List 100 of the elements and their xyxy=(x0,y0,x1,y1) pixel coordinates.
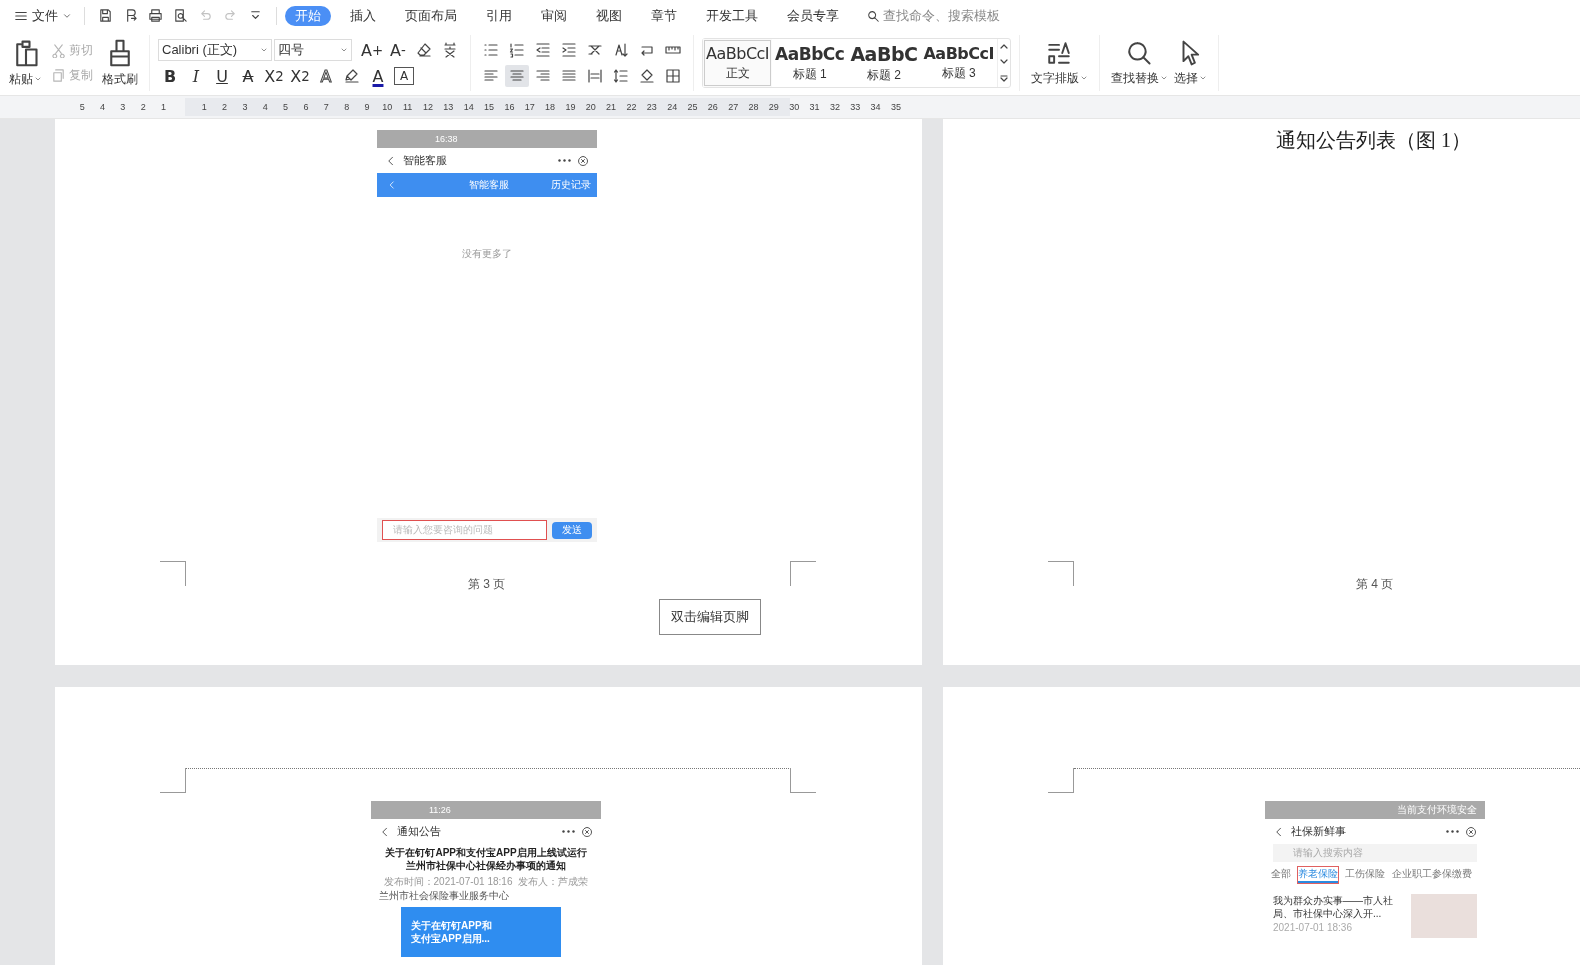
ruler-number: 5 xyxy=(78,102,86,112)
format-button[interactable]: A xyxy=(236,65,260,87)
article-title: 关于在钉钉APP和支付宝APP启用上线试运行兰州市社保中心社保经办事项的通知 xyxy=(385,846,587,872)
ruler-number: 3 xyxy=(241,102,249,112)
align-right-icon xyxy=(535,68,551,84)
ruler-number: 33 xyxy=(849,102,862,112)
align-center-icon xyxy=(509,68,525,84)
category-tab[interactable]: 全部 xyxy=(1271,867,1291,883)
ribbon-tab[interactable]: 审阅 xyxy=(531,5,577,26)
font-size-field[interactable]: 四号 xyxy=(274,39,352,61)
ruler-number: 1 xyxy=(200,102,208,112)
borders-icon xyxy=(665,68,681,84)
ribbon-tab[interactable]: 插入 xyxy=(340,5,386,26)
style-preset[interactable]: AaBbCcI 标题 3 xyxy=(920,39,997,87)
ruler-number: 26 xyxy=(706,102,719,112)
style-preset[interactable]: AaBbCc 标题 1 xyxy=(772,39,848,87)
file-menu[interactable]: 文件 xyxy=(10,3,76,28)
distribute-icon xyxy=(587,68,603,84)
format-button[interactable]: A xyxy=(366,65,390,87)
format-button[interactable]: I xyxy=(184,65,208,87)
format-button[interactable]: A xyxy=(392,65,416,87)
ruler-number: 32 xyxy=(828,102,841,112)
phonetic-guide-icon xyxy=(442,42,458,58)
ruler-number: 13 xyxy=(442,102,455,112)
ruler-number: 4 xyxy=(99,102,106,112)
news-title: 我为群众办实事——市人社局、市社保中心深入开... xyxy=(1273,894,1394,920)
scissors-icon xyxy=(51,43,66,58)
command-search[interactable]: 查找命令、搜索模板 xyxy=(866,6,1000,25)
corner-mark xyxy=(160,561,186,586)
ribbon-tab[interactable]: 视图 xyxy=(586,5,632,26)
ruler-number: 35 xyxy=(889,102,902,112)
category-tab[interactable]: 企业职工参保缴费 xyxy=(1392,867,1472,883)
ruler-number: 24 xyxy=(666,102,679,112)
scroll-down-icon[interactable] xyxy=(999,59,1008,65)
expand-gallery-icon[interactable] xyxy=(999,74,1008,82)
ruler-number: 19 xyxy=(564,102,577,112)
more-icon[interactable] xyxy=(1446,830,1459,833)
ribbon-tab[interactable]: 页面布局 xyxy=(395,5,467,26)
ruler-number: 21 xyxy=(605,102,618,112)
ribbon-tab[interactable]: 开发工具 xyxy=(696,5,768,26)
ruler-number: 31 xyxy=(808,102,821,112)
more-icon[interactable] xyxy=(562,830,575,833)
format-button[interactable]: U xyxy=(210,65,234,87)
format-button[interactable]: A xyxy=(314,65,338,87)
organization-name: 兰州市社会保险事业服务中心 xyxy=(379,889,510,903)
scroll-up-icon[interactable] xyxy=(999,44,1008,50)
ruler-number: 7 xyxy=(322,102,330,112)
status-time: 16:38 xyxy=(435,134,458,144)
decrease-indent-icon xyxy=(535,42,551,58)
select-button[interactable]: 选择 xyxy=(1170,37,1210,89)
format-painter-button[interactable]: 格式刷 xyxy=(99,36,141,90)
ruler-number: 1 xyxy=(160,102,168,112)
app-title: 通知公告 xyxy=(397,824,442,839)
corner-mark xyxy=(790,561,816,586)
style-preset[interactable]: AaBbC 标题 2 xyxy=(847,39,921,87)
ruler-number: 11 xyxy=(402,102,414,112)
category-tab[interactable]: 工伤保险 xyxy=(1345,867,1385,883)
ruler-number: 18 xyxy=(544,102,557,112)
page-number: 第 3 页 xyxy=(468,576,506,593)
more-icon[interactable] xyxy=(558,159,571,162)
status-time: 11:26 xyxy=(429,805,451,815)
bulleted-list-icon xyxy=(483,42,499,58)
justify-icon xyxy=(561,68,577,84)
align-left-icon xyxy=(483,68,499,84)
ruler-number: 3 xyxy=(119,102,127,112)
ruler-number: 2 xyxy=(221,102,229,112)
copy-icon xyxy=(51,68,66,83)
category-tab[interactable]: 养老保险 xyxy=(1298,867,1338,883)
font-family-field[interactable]: Calibri (正文) xyxy=(158,39,272,61)
publisher: 发布人：芦成荣 xyxy=(518,875,589,889)
caret-icon xyxy=(1198,74,1207,82)
ruler-number: 22 xyxy=(625,102,638,112)
find-replace-button[interactable]: 查找替换 xyxy=(1107,37,1171,89)
text-layout-button[interactable]: 文字排版 xyxy=(1027,37,1091,89)
corner-mark xyxy=(160,768,186,793)
ruler-number: 5 xyxy=(282,102,290,112)
ruler-number: 12 xyxy=(422,102,434,112)
caret-icon xyxy=(340,46,348,54)
line-spacing-icon xyxy=(613,68,629,84)
search-icon xyxy=(866,8,880,23)
ribbon-tab[interactable]: 章节 xyxy=(641,5,687,26)
ruler-number: 30 xyxy=(788,102,801,112)
ruler-number: 2 xyxy=(139,102,147,112)
ruler-number: 27 xyxy=(727,102,740,112)
increase-indent-icon xyxy=(561,42,577,58)
status-note: 当前支付环境安全 xyxy=(1397,803,1477,817)
style-preset[interactable]: AaBbCcI 正文 xyxy=(703,39,773,87)
caret-icon xyxy=(1079,74,1088,82)
page-number: 第 4 页 xyxy=(1356,576,1394,593)
ruler-number: 4 xyxy=(261,102,269,112)
ruler-number: 20 xyxy=(584,102,597,112)
ribbon-tab[interactable]: 会员专享 xyxy=(777,5,849,26)
format-button[interactable]: B xyxy=(158,65,182,87)
paste-button[interactable]: 粘贴 xyxy=(6,36,45,90)
magnifier-icon xyxy=(1126,39,1153,66)
ribbon-tab[interactable]: 引用 xyxy=(476,5,522,26)
ruler-number: 15 xyxy=(483,102,496,112)
ruler-number: 8 xyxy=(343,102,351,112)
shading-icon xyxy=(639,68,655,84)
bar-title: 智能客服 xyxy=(469,178,509,192)
